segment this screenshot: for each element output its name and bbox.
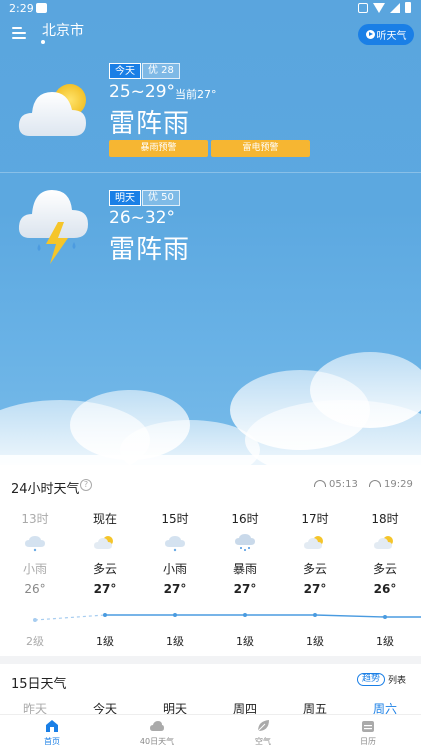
hourly-item[interactable]: 现在多云 27° (70, 510, 140, 596)
heavy-rain-icon (234, 534, 256, 552)
listen-weather-button[interactable]: 听天气 (358, 24, 414, 45)
hourly-wind: 1级 (306, 635, 324, 648)
sunset-icon (369, 480, 381, 487)
section-gap (0, 656, 421, 664)
partly-cloudy-icon (304, 534, 326, 552)
sunrise-icon (314, 480, 326, 487)
hourly-time: 15时 (161, 512, 189, 526)
tomorrow-badge: 明天 (109, 190, 141, 206)
hourly-temp: 27° (233, 582, 257, 596)
light-rain-icon (164, 534, 186, 552)
page-indicator-dot (41, 40, 45, 44)
temperature-curve (33, 613, 421, 622)
nav-home[interactable]: 首页 (17, 719, 87, 747)
hourly-time: 18时 (371, 512, 399, 526)
notification-icon (36, 3, 47, 13)
hourly-time: 13时 (21, 512, 49, 526)
hourly-time: 16时 (231, 512, 259, 526)
today-condition: 雷阵雨 (109, 109, 191, 139)
nav-air[interactable]: 空气 (228, 719, 298, 747)
hourly-item[interactable]: 18时多云 26° (350, 510, 420, 596)
tomorrow-aqi-badge[interactable]: 优 50 (142, 190, 180, 206)
bottom-nav: 首页 40日天气 空气 日历 (0, 714, 421, 750)
wifi-icon (373, 2, 385, 13)
list-toggle[interactable]: 列表 (388, 673, 406, 686)
hourly-wind: 1级 (236, 635, 254, 648)
hourly-wind: 2级 (26, 635, 44, 648)
calendar-icon (362, 721, 374, 732)
hourly-title: 24小时天气 (11, 482, 80, 497)
listen-weather-label: 听天气 (376, 31, 407, 42)
hourly-condition: 小雨 (22, 562, 47, 576)
nav-air-label: 空气 (255, 737, 271, 746)
speaker-icon (365, 30, 375, 39)
weather-hero: 2:29 北京市 听天气 今天 优 28 25~29° 当前27° 雷阵雨 暴雨… (0, 0, 421, 465)
hourly-temp: 27° (163, 582, 187, 596)
nav-40day[interactable]: 40日天气 (122, 719, 192, 747)
status-bar: 2:29 (0, 0, 421, 18)
hourly-item[interactable]: 13时小雨 26° (0, 510, 70, 596)
rainstorm-warning-button[interactable]: 暴雨预警 (109, 140, 208, 157)
hourly-condition: 多云 (92, 562, 117, 576)
hourly-condition: 多云 (372, 562, 397, 576)
thunderstorm-icon (18, 190, 88, 264)
partly-cloudy-icon (94, 534, 116, 552)
hourly-temp: 26° (24, 582, 46, 596)
hourly-condition: 小雨 (162, 562, 187, 576)
cloud-icon (150, 721, 164, 731)
current-temp: 当前27° (175, 88, 217, 101)
daily-forecast-section: 15日天气 趋势 列表 昨天 今天 明天 周四 周五 周六 (0, 664, 421, 716)
hourly-wind: 1级 (376, 635, 394, 648)
nav-calendar-label: 日历 (360, 737, 376, 746)
leaf-icon (257, 720, 269, 732)
hourly-wind: 1级 (166, 635, 184, 648)
today-aqi-badge[interactable]: 优 28 (142, 63, 180, 79)
hourly-time: 17时 (301, 512, 329, 526)
battery-icon (405, 2, 411, 13)
hourly-temp: 26° (373, 582, 397, 596)
sunrise: 05:13 (314, 479, 358, 490)
home-icon (46, 720, 58, 732)
sunset-time: 19:29 (384, 479, 413, 490)
status-time: 2:29 (9, 2, 34, 15)
hourly-forecast-section: 24小时天气 ? 05:13 19:29 13时小雨 26° 2级 现在多云 27° 1级… (0, 465, 421, 656)
today-badge: 今天 (109, 63, 141, 79)
lightning-warning-button[interactable]: 雷电预警 (211, 140, 310, 157)
hourly-temp: 27° (93, 582, 117, 596)
nav-home-label: 首页 (44, 737, 60, 746)
nav-calendar[interactable]: 日历 (333, 719, 403, 747)
sun-cloud-icon (18, 84, 86, 136)
partly-cloudy-icon (374, 534, 396, 552)
light-rain-icon (24, 534, 46, 552)
vibrate-icon (358, 2, 368, 13)
sunrise-time: 05:13 (329, 479, 358, 490)
hourly-time: 现在 (92, 512, 117, 526)
sunset: 19:29 (369, 479, 413, 490)
tomorrow-condition: 雷阵雨 (109, 235, 191, 265)
hourly-temp: 27° (303, 582, 327, 596)
tomorrow-temp-range: 26~32° (109, 208, 176, 228)
today-temp-range: 25~29° (109, 82, 176, 102)
city-name[interactable]: 北京市 (42, 20, 84, 40)
hourly-condition: 暴雨 (232, 562, 257, 576)
divider (0, 172, 421, 173)
hourly-item[interactable]: 15时小雨 27° (140, 510, 210, 596)
hourly-item[interactable]: 16时暴雨 27° (210, 510, 280, 596)
hourly-wind: 1级 (96, 635, 114, 648)
hourly-item[interactable]: 17时多云 27° (280, 510, 350, 596)
view-toggle[interactable]: 趋势 列表 (357, 673, 406, 686)
status-icons (358, 2, 411, 13)
hourly-condition: 多云 (302, 562, 327, 576)
nav-40day-label: 40日天气 (139, 737, 175, 746)
daily-title: 15日天气 (11, 677, 67, 692)
signal-icon (390, 2, 400, 13)
trend-toggle[interactable]: 趋势 (357, 673, 386, 686)
clouds-background (0, 352, 421, 465)
menu-icon[interactable] (12, 26, 28, 40)
help-icon[interactable]: ? (80, 479, 92, 491)
